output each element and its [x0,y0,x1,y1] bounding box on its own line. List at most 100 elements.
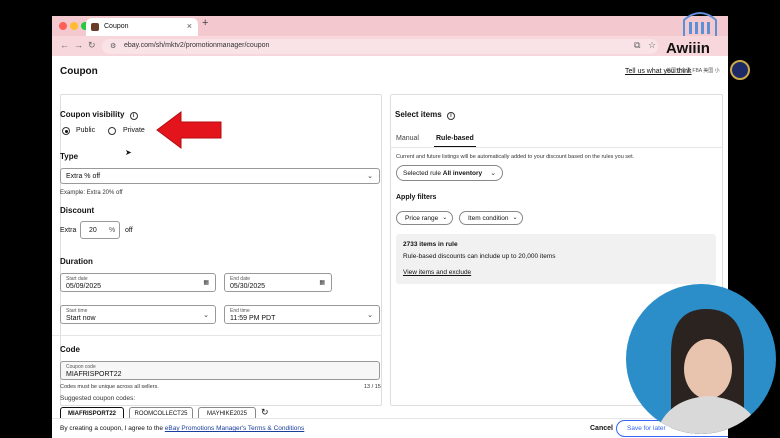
browser-window: Coupon × + ← → ↻ ⚙ ebay.com/sh/mktv2/pro… [52,16,728,438]
code-counter: 13 / 15 [364,384,381,390]
refresh-icon[interactable]: ↻ [261,407,269,418]
discount-suffix: off [125,227,133,234]
type-heading: Type [60,152,79,161]
apply-filters-heading: Apply filters [396,194,437,201]
selected-rule-dropdown[interactable]: Selected rule All inventory ⌄ [396,165,504,181]
coupon-code-value: MIAFRISPORT22 [66,371,122,378]
logo-subtext: 美国亚马逊 FBA 美国 小 [666,68,720,74]
tab-coupon[interactable]: Coupon × [86,18,198,36]
end-date-field[interactable]: End date 05/30/2025 ▦ [224,273,332,292]
translate-icon[interactable]: ⧉ [634,40,640,51]
tab-strip: Coupon × + [52,16,728,36]
seal-icon [730,60,750,80]
info-icon[interactable]: i [446,112,455,120]
start-time-select[interactable]: Start time Start now ⌄ [60,305,216,324]
coupon-page: Coupon Tell us what you think Coupon vis… [52,56,728,438]
site-info-icon[interactable]: ⚙ [110,42,116,50]
coupon-code-input[interactable]: Coupon code MIAFRISPORT22 [60,361,380,380]
selected-rule-value: All inventory [442,170,483,177]
forward-icon[interactable]: → [74,40,83,50]
price-range-filter[interactable]: Price range ⌄ [396,211,454,225]
rule-description: Current and future listings will be auto… [396,154,635,160]
price-range-label: Price range [405,215,439,222]
end-date-label: End date [230,276,251,282]
screen: Coupon × + ← → ↻ ⚙ ebay.com/sh/mktv2/pro… [0,0,780,438]
chevron-down-icon: ⌄ [203,312,209,319]
tab-close-icon[interactable]: × [187,21,192,31]
select-items-label: Select items [395,110,442,119]
item-condition-label: Item condition [468,215,509,222]
new-tab-button[interactable]: + [202,17,208,29]
page-title: Coupon [60,66,98,77]
chevron-down-icon: ⌄ [512,215,518,221]
chevron-down-icon: ⌄ [367,173,373,180]
info-icon[interactable]: i [129,112,138,120]
end-time-value: 11:59 PM PDT [230,315,276,322]
navigation-bar: ← → ↻ ⚙ ebay.com/sh/mktv2/promotionmanag… [52,36,728,56]
terms-link[interactable]: eBay Promotions Manager's Terms & Condit… [165,425,305,432]
end-time-select[interactable]: End time 11:59 PM PDT ⌄ [224,305,380,324]
discount-prefix: Extra [60,227,77,234]
terms-prefix: By creating a coupon, I agree to the [60,425,165,432]
discount-unit: % [109,227,116,234]
tab-manual[interactable]: Manual [396,135,419,142]
terms-text: By creating a coupon, I agree to the eBa… [60,425,304,432]
start-time-label: Start time [66,308,88,314]
type-example: Example: Extra 20% off [60,190,123,196]
minimize-window-icon[interactable] [70,22,78,30]
end-time-label: End time [230,308,250,314]
duration-heading: Duration [60,257,93,266]
calendar-icon[interactable]: ▦ [203,279,209,286]
suggested-codes-label: Suggested coupon codes: [60,395,136,402]
start-time-value: Start now [66,315,96,322]
address-bar[interactable]: ⚙ ebay.com/sh/mktv2/promotionmanager/cou… [102,39,658,54]
logo-text: Awiiin [666,40,710,57]
ebay-favicon-icon [91,23,99,31]
awiiin-logo [680,8,720,38]
reload-icon[interactable]: ↻ [88,40,96,51]
select-items-heading: Select items i [395,110,455,120]
end-date-value: 05/30/2025 [230,283,266,290]
start-date-value: 05/09/2025 [66,283,102,290]
webcam-presenter [626,284,776,434]
discount-value: 20 [89,227,97,234]
bookmark-star-icon[interactable]: ☆ [648,40,656,51]
item-condition-filter[interactable]: Item condition ⌄ [459,211,524,225]
items-note: Rule-based discounts can include up to 2… [403,253,556,260]
divider [390,147,723,148]
code-heading: Code [60,345,80,354]
presenter-silhouette-icon [656,309,761,434]
public-label: Public [76,127,96,134]
discount-heading: Discount [60,206,95,215]
building-logo-icon [683,12,717,36]
coupon-visibility-heading: Coupon visibility i [60,110,138,120]
start-date-field[interactable]: Start date 05/09/2025 ▦ [60,273,216,292]
close-window-icon[interactable] [59,22,67,30]
page-footer: By creating a coupon, I agree to the eBa… [52,418,728,438]
calendar-icon[interactable]: ▦ [319,279,325,286]
private-label: Private [123,127,145,134]
chevron-down-icon: ⌄ [442,215,448,221]
coupon-visibility-label: Coupon visibility [60,110,125,119]
public-radio[interactable] [62,127,70,135]
items-count: 2733 items in rule [403,241,458,248]
chevron-down-icon: ⌄ [490,170,497,177]
type-select[interactable]: Extra % off ⌄ [60,168,380,184]
chevron-down-icon: ⌄ [367,312,373,319]
red-arrow-annotation [156,111,222,149]
private-radio[interactable] [108,127,116,135]
tab-title: Coupon [104,23,129,30]
start-date-label: Start date [66,276,88,282]
code-hint: Codes must be unique across all sellers. [60,384,159,390]
type-value: Extra % off [66,173,101,180]
mouse-cursor-icon: ➤ [125,148,132,157]
divider [52,335,382,336]
tab-rule-based[interactable]: Rule-based [436,135,474,142]
discount-input[interactable]: 20 % [80,221,120,239]
rule-summary-box: 2733 items in rule Rule-based discounts … [396,234,716,284]
selected-rule-label: Selected rule [403,170,441,177]
back-icon[interactable]: ← [60,40,69,50]
cancel-button[interactable]: Cancel [590,425,613,432]
coupon-code-label: Coupon code [66,364,96,370]
view-items-link[interactable]: View items and exclude [403,269,471,276]
